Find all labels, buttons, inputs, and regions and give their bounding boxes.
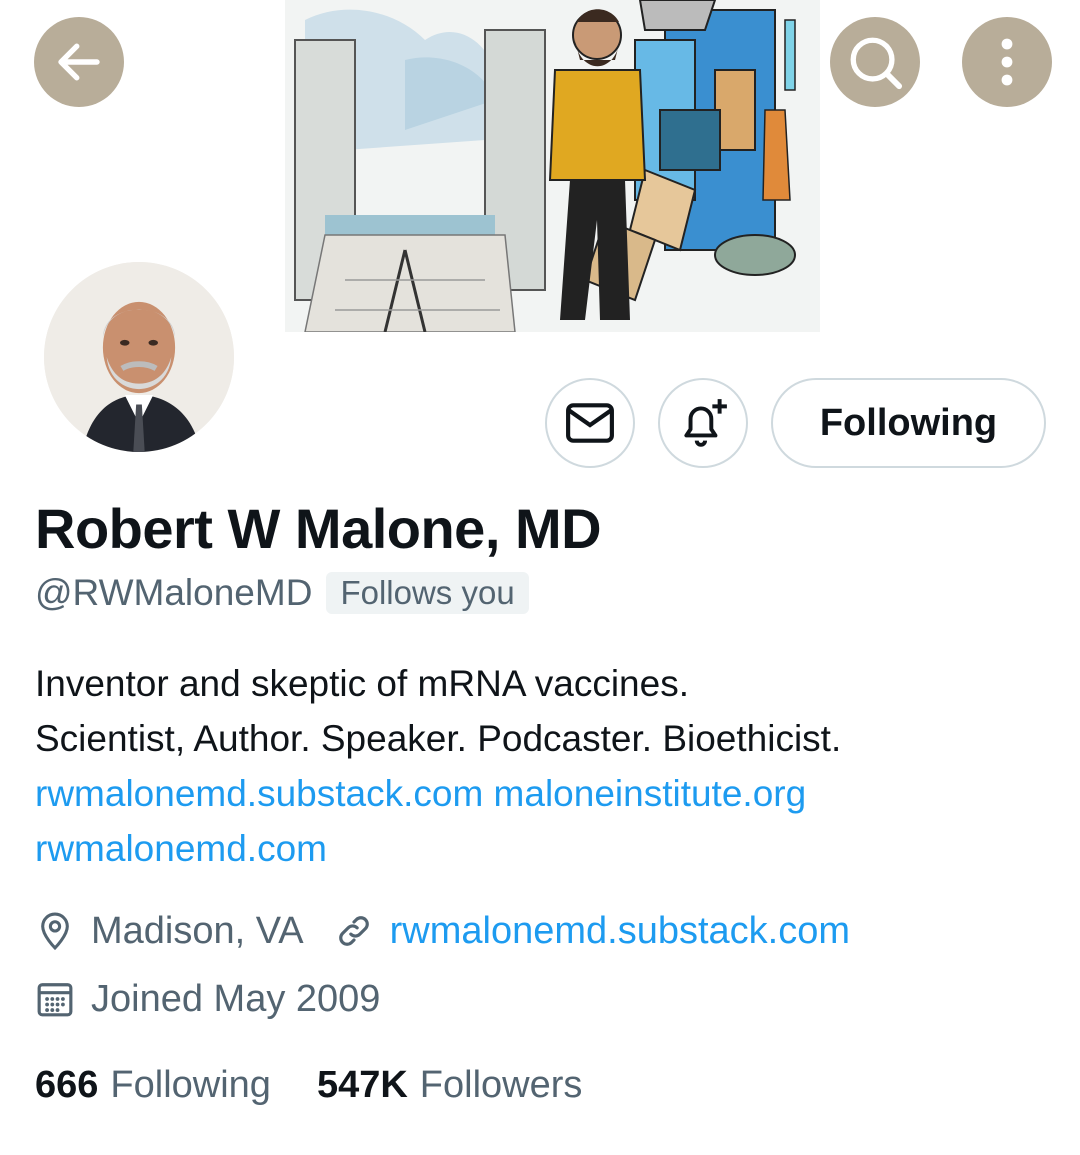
profile-stats: 666 Following 547K Followers (35, 1064, 628, 1107)
profile-joined-row: Joined May 2009 (35, 976, 380, 1022)
followers-label: Followers (419, 1064, 583, 1106)
profile-bio: Inventor and skeptic of mRNA vaccines. S… (35, 656, 1045, 876)
bio-link-substack[interactable]: rwmalonemd.substack.com (35, 773, 483, 814)
link-icon (334, 908, 374, 954)
profile-avatar[interactable] (40, 258, 238, 456)
bio-link-website[interactable]: rwmalonemd.com (35, 828, 327, 869)
following-stat[interactable]: 666 Following (35, 1064, 271, 1107)
mail-icon (566, 403, 614, 443)
more-options-button[interactable] (962, 17, 1052, 107)
notifications-button[interactable] (658, 378, 748, 468)
following-button[interactable]: Following (771, 378, 1046, 468)
bio-link-institute[interactable]: maloneinstitute.org (494, 773, 807, 814)
following-count: 666 (35, 1064, 99, 1106)
handle-row: @RWMaloneMD Follows you (35, 572, 529, 614)
profile-meta-row: Madison, VA rwmalonemd.substack.com (35, 908, 850, 954)
banner-illustration (285, 0, 820, 332)
more-vertical-icon (1001, 38, 1013, 86)
bio-line-1: Inventor and skeptic of mRNA vaccines. (35, 663, 689, 704)
profile-website-link[interactable]: rwmalonemd.substack.com (390, 910, 850, 953)
profile-handle: @RWMaloneMD (35, 572, 313, 613)
back-arrow-icon (58, 43, 100, 81)
bell-plus-icon (684, 399, 727, 447)
profile-banner[interactable] (285, 0, 820, 332)
following-label: Following (110, 1064, 271, 1106)
back-button[interactable] (34, 17, 124, 107)
follows-you-badge: Follows you (326, 572, 529, 614)
profile-name: Robert W Malone, MD (35, 497, 602, 560)
search-button[interactable] (830, 17, 920, 107)
avatar-photo (44, 262, 234, 452)
bio-line-2: Scientist, Author. Speaker. Podcaster. B… (35, 718, 842, 759)
calendar-icon (35, 976, 75, 1022)
profile-location: Madison, VA (91, 909, 304, 952)
search-icon (850, 37, 903, 90)
profile-joined: Joined May 2009 (91, 977, 381, 1020)
message-button[interactable] (545, 378, 635, 468)
followers-count: 547K (316, 1064, 408, 1106)
followers-stat[interactable]: 547K Followers (317, 1064, 582, 1107)
location-pin-icon (35, 908, 75, 954)
